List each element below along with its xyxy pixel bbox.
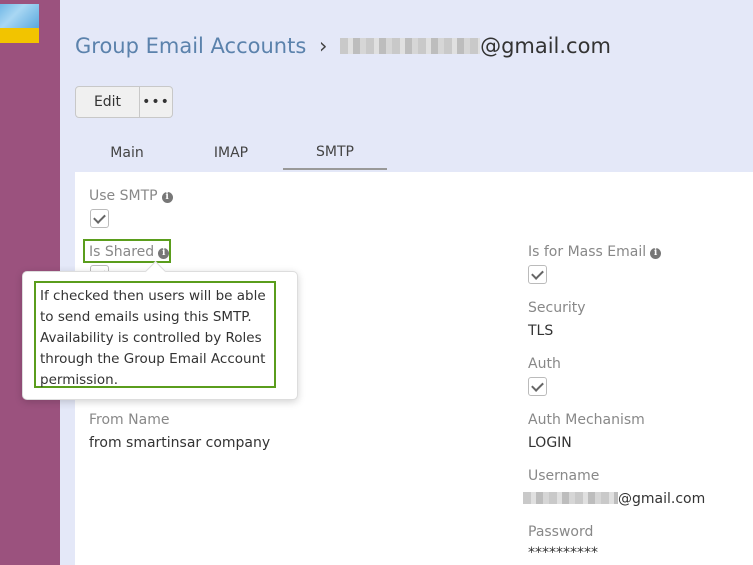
auth-checkbox[interactable] bbox=[528, 377, 547, 396]
info-icon[interactable]: i bbox=[161, 192, 173, 203]
more-actions-button[interactable]: ••• bbox=[140, 86, 173, 118]
security-value: TLS bbox=[528, 323, 554, 339]
info-icon[interactable]: i bbox=[650, 248, 662, 259]
use-smtp-label: Use SMTP i bbox=[89, 188, 173, 204]
edit-button[interactable]: Edit bbox=[75, 86, 140, 118]
tab-smtp[interactable]: SMTP bbox=[283, 136, 387, 170]
redacted-email-prefix bbox=[340, 38, 481, 54]
page-title-email: @gmail.com bbox=[480, 34, 611, 58]
from-name-label: From Name bbox=[89, 412, 170, 428]
app-logo-icon[interactable] bbox=[0, 4, 39, 43]
breadcrumb-separator: › bbox=[318, 34, 328, 58]
breadcrumb-group-email-accounts[interactable]: Group Email Accounts bbox=[75, 34, 306, 58]
redacted-username-prefix bbox=[523, 492, 618, 504]
security-label: Security bbox=[528, 300, 586, 316]
tab-main[interactable]: Main bbox=[75, 136, 179, 170]
is-shared-highlight bbox=[83, 239, 171, 263]
tab-bar: Main IMAP SMTP bbox=[75, 136, 387, 170]
password-value: ********** bbox=[528, 545, 598, 561]
mass-email-label: Is for Mass Email i bbox=[528, 244, 662, 260]
tab-imap[interactable]: IMAP bbox=[179, 136, 283, 170]
password-label: Password bbox=[528, 524, 594, 540]
auth-mechanism-value: LOGIN bbox=[528, 435, 572, 451]
page-header: Group Email Accounts › @gmail.com bbox=[75, 34, 611, 58]
username-value: @gmail.com bbox=[523, 491, 705, 507]
tooltip-text: If checked then users will be able to se… bbox=[34, 281, 276, 388]
mass-email-checkbox[interactable] bbox=[528, 265, 547, 284]
username-label: Username bbox=[528, 468, 600, 484]
auth-label: Auth bbox=[528, 356, 561, 372]
use-smtp-checkbox[interactable] bbox=[90, 209, 109, 228]
from-name-value: from smartinsar company bbox=[89, 435, 271, 451]
auth-mechanism-label: Auth Mechanism bbox=[528, 412, 645, 428]
action-buttons: Edit ••• bbox=[75, 86, 173, 118]
is-shared-tooltip: If checked then users will be able to se… bbox=[22, 260, 298, 400]
